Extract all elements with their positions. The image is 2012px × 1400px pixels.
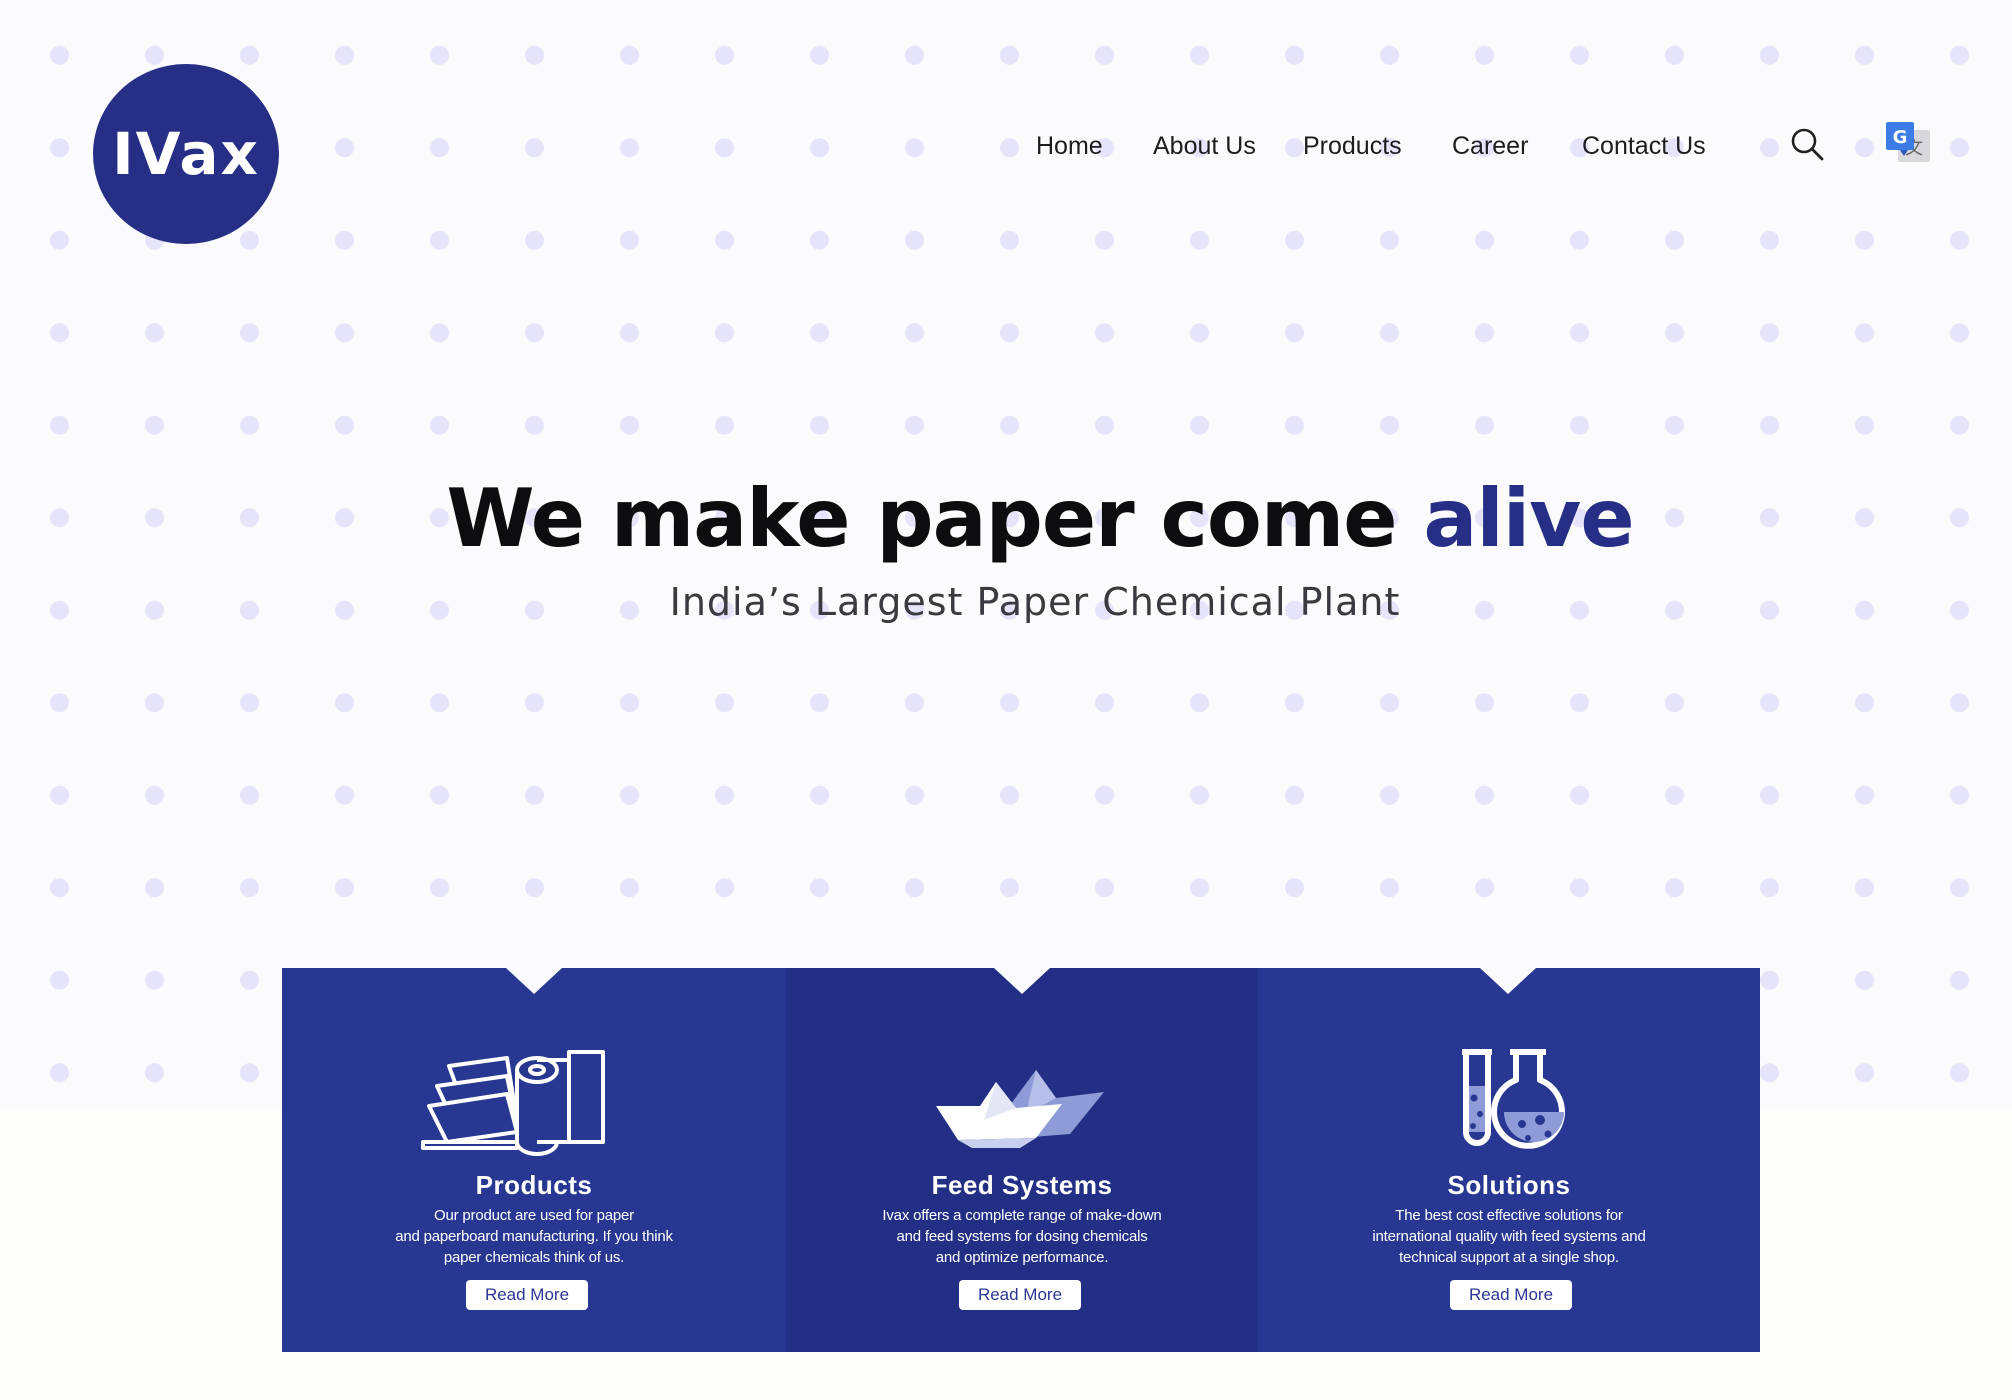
card-description: Our product are used for paper and paper…: [282, 1205, 786, 1268]
card-description: The best cost effective solutions for in…: [1258, 1205, 1760, 1268]
card-description-line: paper chemicals think of us.: [443, 1249, 625, 1266]
card-notch: [506, 968, 562, 994]
hero-title-main: We make paper come: [446, 472, 1424, 565]
card-feed-systems: Feed Systems Ivax offers a complete rang…: [786, 968, 1258, 1352]
nav-contact-us[interactable]: Contact Us: [1582, 126, 1706, 166]
card-title: Feed Systems: [931, 1170, 1113, 1200]
card-solutions: Solutions The best cost effective soluti…: [1258, 968, 1760, 1352]
paper-roll-icon: [421, 1050, 605, 1156]
nav-about-us[interactable]: About Us: [1153, 126, 1256, 166]
card-description-line: Our product are used for paper: [434, 1207, 634, 1224]
logo-text: IVax: [112, 120, 260, 188]
paper-boat-icon: [936, 1070, 1104, 1148]
card-description-line: The best cost effective solutions for: [1395, 1207, 1623, 1224]
search-icon[interactable]: [1789, 126, 1825, 162]
card-title: Products: [475, 1170, 593, 1200]
google-translate-icon[interactable]: 文 G: [1884, 120, 1934, 166]
hero-subtitle: India’s Largest Paper Chemical Plant: [669, 580, 1401, 624]
nav-career[interactable]: Career: [1452, 126, 1528, 166]
ivax-logo[interactable]: IVax: [93, 64, 279, 244]
card-description-line: technical support at a single shop.: [1399, 1249, 1619, 1266]
card-notch: [994, 968, 1050, 994]
svg-text:G: G: [1893, 127, 1908, 148]
read-more-button[interactable]: Read More: [1450, 1280, 1572, 1310]
read-more-button[interactable]: Read More: [959, 1280, 1081, 1310]
card-description-line: and feed systems for dosing chemicals: [896, 1228, 1148, 1245]
card-description-line: international quality with feed systems …: [1372, 1228, 1646, 1245]
hero-title-accent: alive: [1423, 472, 1634, 565]
card-description-line: and paperboard manufacturing. If you thi…: [395, 1228, 673, 1245]
card-notch: [1480, 968, 1536, 994]
card-products: Products Our product are used for paper …: [282, 968, 786, 1352]
hero-title: We make paper come alive: [0, 472, 2012, 565]
card-description-line: Ivax offers a complete range of make-dow…: [882, 1207, 1162, 1224]
feature-cards: Products Our product are used for paper …: [282, 968, 1760, 1352]
nav-home[interactable]: Home: [1036, 126, 1103, 166]
page: IVax Home About Us Products Career Conta…: [0, 0, 2012, 1400]
chemistry-flask-icon: [1462, 1049, 1565, 1149]
nav-products[interactable]: Products: [1303, 126, 1402, 166]
read-more-button[interactable]: Read More: [466, 1280, 588, 1310]
card-title: Solutions: [1447, 1170, 1571, 1200]
card-description: Ivax offers a complete range of make-dow…: [786, 1205, 1258, 1268]
card-description-line: and optimize performance.: [935, 1249, 1109, 1266]
